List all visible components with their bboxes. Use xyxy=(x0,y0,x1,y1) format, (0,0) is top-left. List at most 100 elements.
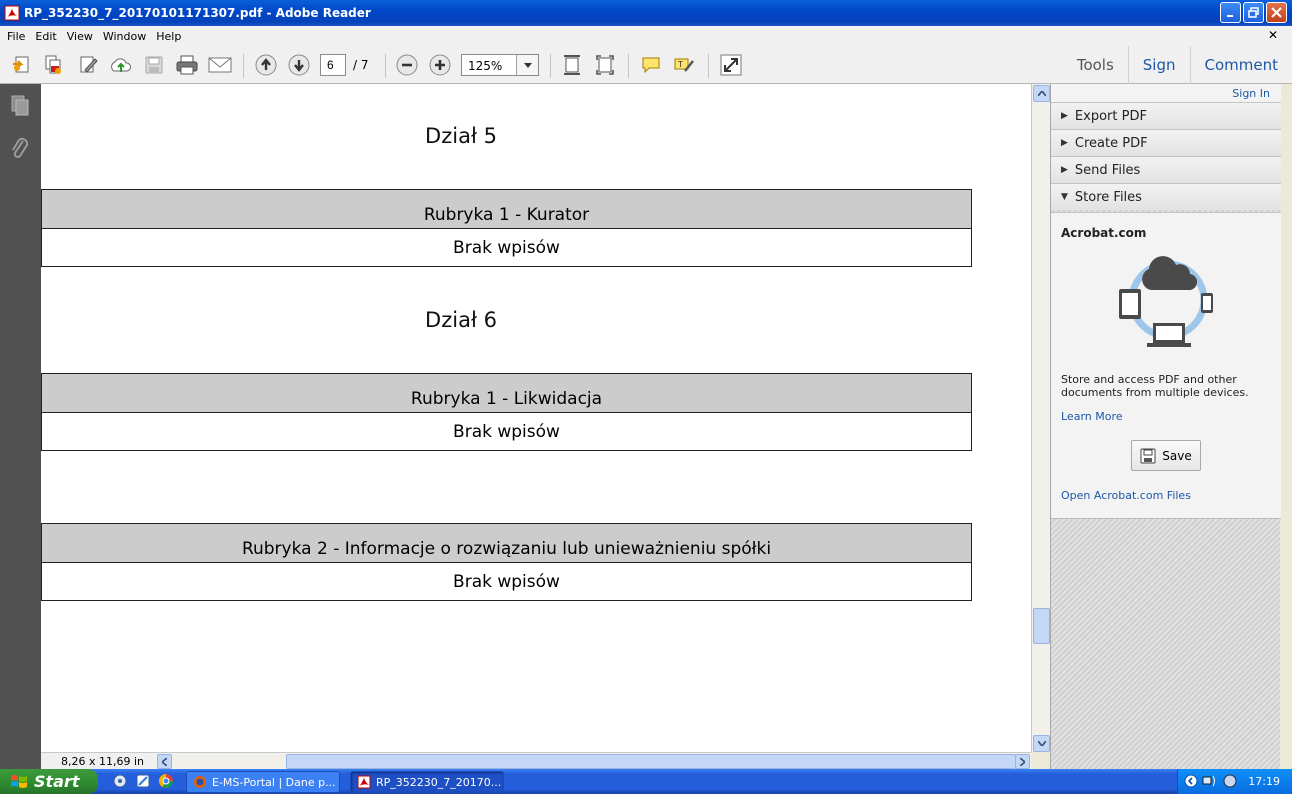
network-icon[interactable] xyxy=(1202,774,1218,788)
edit-pdf-button[interactable] xyxy=(75,52,101,78)
navigation-pane xyxy=(0,84,41,769)
zoom-out-button[interactable] xyxy=(394,52,420,78)
svg-text:T: T xyxy=(677,60,683,69)
triangle-right-icon: ▶ xyxy=(1061,111,1068,121)
attachments-button[interactable] xyxy=(9,136,31,165)
menu-edit[interactable]: Edit xyxy=(30,30,61,43)
menu-view[interactable]: View xyxy=(62,30,98,43)
close-document-button[interactable]: ✕ xyxy=(1268,28,1278,42)
panel-section-export-pdf[interactable]: ▶ Export PDF xyxy=(1051,102,1281,129)
restore-icon xyxy=(1248,7,1259,18)
tray-expand-icon[interactable] xyxy=(1184,774,1198,788)
triangle-right-icon: ▶ xyxy=(1061,165,1068,175)
scroll-left-button[interactable] xyxy=(157,754,172,769)
fit-window-icon xyxy=(596,55,614,75)
store-description: Store and access PDF and other documents… xyxy=(1061,373,1249,399)
page-number-input[interactable] xyxy=(320,54,346,76)
upload-cloud-button[interactable] xyxy=(108,52,134,78)
clock: 17:19 xyxy=(1248,775,1280,788)
next-page-button[interactable] xyxy=(286,52,312,78)
volume-icon[interactable] xyxy=(1222,774,1238,788)
rubric-table: Rubryka 1 - Likwidacja Brak wpisów xyxy=(41,373,972,451)
taskbar-item-browser[interactable]: E-MS-Portal | Dane p... xyxy=(186,771,340,793)
create-pdf-button[interactable] xyxy=(8,52,34,78)
zoom-select[interactable]: 125% xyxy=(461,54,539,76)
arrow-up-circle-icon xyxy=(255,54,277,76)
highlighter-icon: T xyxy=(674,58,694,72)
start-button[interactable]: Start xyxy=(0,769,98,794)
panel-section-store-files[interactable]: ▼ Store Files xyxy=(1051,183,1281,210)
scroll-right-button[interactable] xyxy=(1015,754,1030,769)
scroll-thumb[interactable] xyxy=(1033,608,1050,644)
store-save-button[interactable]: Save xyxy=(1131,440,1201,471)
tab-tools[interactable]: Tools xyxy=(1063,46,1128,84)
combine-files-icon xyxy=(45,55,61,74)
floppy-disk-icon xyxy=(145,56,163,74)
scroll-down-button[interactable] xyxy=(1033,735,1050,752)
speech-bubble-icon xyxy=(642,57,660,74)
restore-button[interactable] xyxy=(1243,2,1264,23)
email-button[interactable] xyxy=(206,52,234,78)
start-label: Start xyxy=(34,772,80,791)
scroll-up-button[interactable] xyxy=(1033,85,1050,102)
fit-page-button[interactable] xyxy=(559,52,585,78)
settings-quicklaunch-icon[interactable] xyxy=(112,773,128,789)
combine-files-button[interactable] xyxy=(40,52,66,78)
print-button[interactable] xyxy=(173,52,201,78)
status-bar: 8,26 x 11,69 in xyxy=(41,752,1031,770)
rubric-title-text: Rubryka 1 - Likwidacja xyxy=(410,389,603,409)
horizontal-scrollbar[interactable] xyxy=(156,753,1031,770)
section-label: Store Files xyxy=(1074,189,1142,205)
taskbar-item-adobe-reader[interactable]: RP_352230_7_20170... xyxy=(350,771,504,793)
open-acrobat-files-link[interactable]: Open Acrobat.com Files xyxy=(1061,489,1191,502)
cloud-upload-icon xyxy=(111,58,131,72)
expand-icon xyxy=(720,54,742,76)
minus-circle-icon xyxy=(396,54,418,76)
section-label: Export PDF xyxy=(1074,108,1147,124)
rubric-body-text: Brak wpisów xyxy=(453,237,560,258)
rubric-title: Rubryka 2 - Informacje o rozwiązaniu lub… xyxy=(42,524,971,563)
firefox-icon xyxy=(194,776,206,788)
previous-page-button[interactable] xyxy=(253,52,279,78)
close-button[interactable] xyxy=(1266,2,1287,23)
vertical-scrollbar[interactable] xyxy=(1031,84,1050,752)
zoom-in-button[interactable] xyxy=(427,52,453,78)
sign-in-link[interactable]: Sign In xyxy=(1232,87,1270,100)
fit-width-icon xyxy=(564,55,580,75)
save-button[interactable] xyxy=(141,52,167,78)
menu-file[interactable]: File xyxy=(2,30,30,43)
panel-section-create-pdf[interactable]: ▶ Create PDF xyxy=(1051,129,1281,156)
task-label: E-MS-Portal | Dane p... xyxy=(212,775,336,789)
chevron-down-icon[interactable] xyxy=(516,55,538,75)
tab-sign[interactable]: Sign xyxy=(1127,46,1190,84)
chevron-left-icon xyxy=(162,757,167,766)
rubric-body: Brak wpisów xyxy=(42,563,971,600)
fit-window-button[interactable] xyxy=(592,52,618,78)
paperclip-icon xyxy=(12,137,29,158)
menu-window[interactable]: Window xyxy=(98,30,151,43)
panel-section-send-files[interactable]: ▶ Send Files xyxy=(1051,156,1281,183)
fullscreen-button[interactable] xyxy=(718,52,744,78)
task-label: RP_352230_7_20170... xyxy=(376,775,502,789)
horizontal-scroll-thumb[interactable] xyxy=(286,754,1016,769)
page-total: / 7 xyxy=(353,58,369,72)
learn-more-link[interactable]: Learn More xyxy=(1061,410,1123,423)
add-comment-button[interactable] xyxy=(638,52,664,78)
adobe-reader-icon xyxy=(357,775,371,789)
app-quicklaunch-icon[interactable] xyxy=(135,773,151,789)
service-name: Acrobat.com xyxy=(1061,226,1147,240)
section-label: Create PDF xyxy=(1074,135,1148,151)
triangle-right-icon: ▶ xyxy=(1061,138,1068,148)
close-icon xyxy=(1271,7,1282,18)
rubric-title-text: Rubryka 1 - Kurator xyxy=(423,205,590,225)
devices-sync-illustration xyxy=(1119,256,1213,347)
window-title: RP_352230_7_20170101171307.pdf - Adobe R… xyxy=(24,6,371,20)
minimize-button[interactable] xyxy=(1220,2,1241,23)
tab-comment[interactable]: Comment xyxy=(1189,46,1292,84)
rubric-body-text: Brak wpisów xyxy=(453,571,560,592)
pages-icon xyxy=(11,95,29,116)
menu-help[interactable]: Help xyxy=(151,30,186,43)
highlight-text-button[interactable]: T xyxy=(671,52,697,78)
chrome-quicklaunch-icon[interactable] xyxy=(158,773,174,789)
page-thumbnails-button[interactable] xyxy=(9,94,31,119)
